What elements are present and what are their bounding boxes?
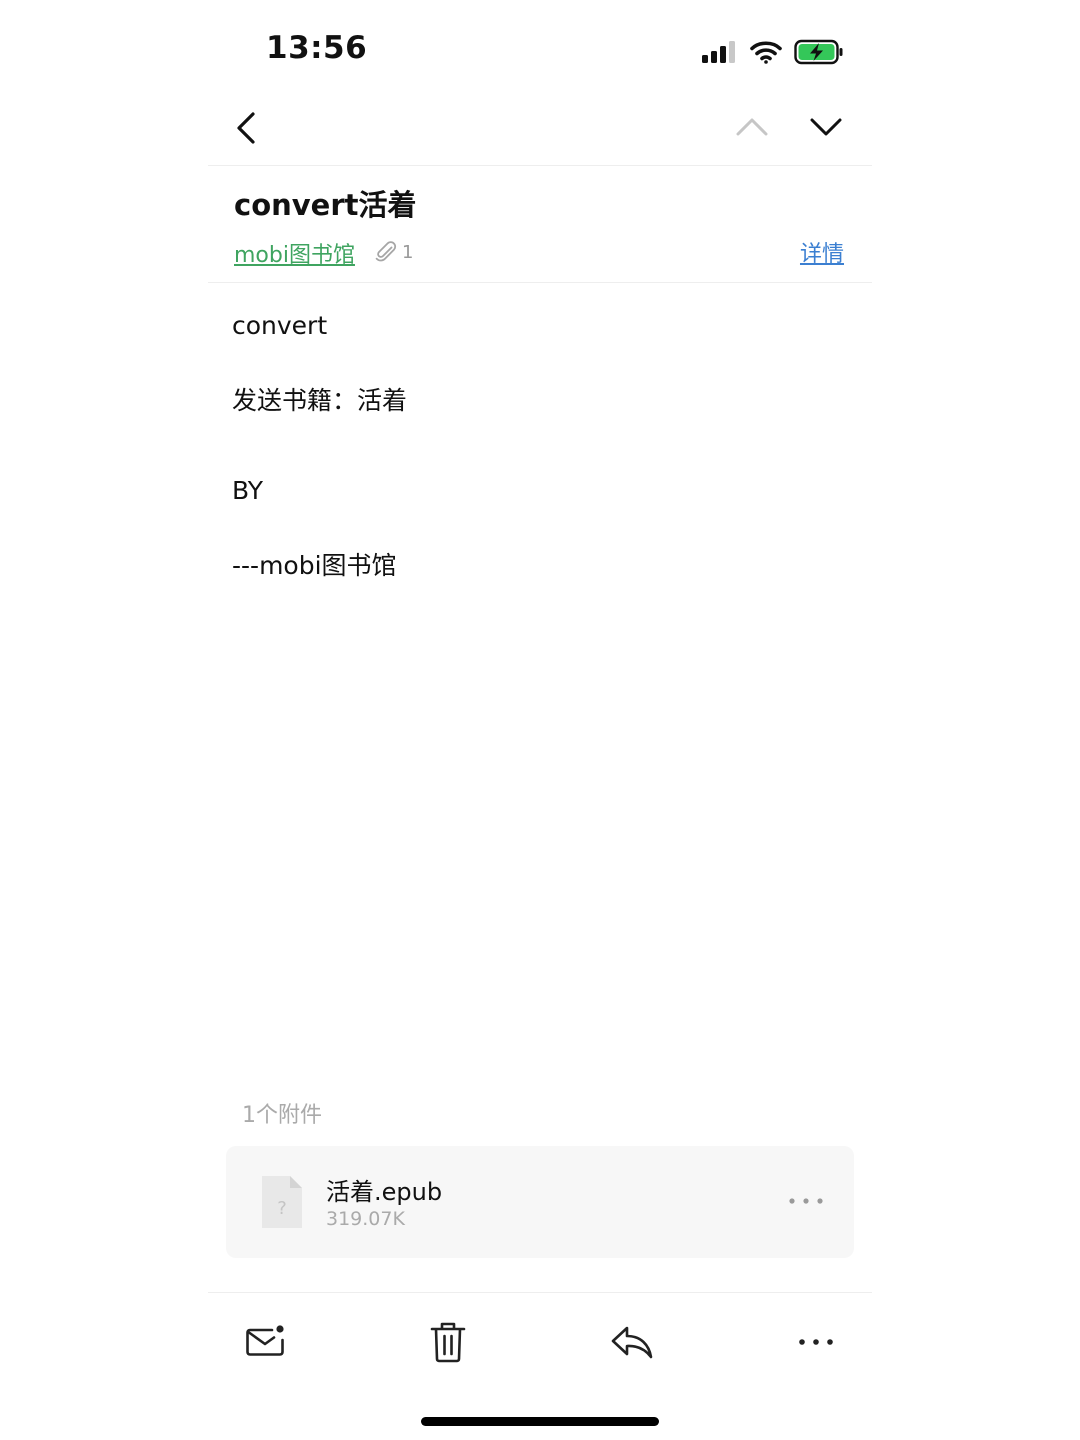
wifi-icon [750, 41, 782, 64]
paperclip-icon [375, 241, 397, 262]
trash-icon[interactable] [424, 1318, 472, 1366]
toolbar-divider [208, 1292, 872, 1293]
status-icons [702, 36, 844, 68]
attachment-file-size: 319.07K [326, 1208, 405, 1230]
more-icon[interactable] [786, 1186, 826, 1216]
chevron-up-icon[interactable] [732, 108, 772, 144]
body-line: convert [232, 311, 328, 340]
details-link[interactable]: 详情 [800, 236, 844, 268]
sender-link[interactable]: mobi图书馆 [234, 237, 355, 269]
attachment-card[interactable]: ? 活着.epub 319.07K [226, 1146, 854, 1258]
cellular-signal-icon [702, 41, 735, 63]
nav-divider [208, 165, 872, 166]
attachment-count[interactable]: 1 [374, 240, 413, 264]
chevron-down-icon[interactable] [806, 108, 846, 144]
header-divider [208, 282, 872, 283]
body-line: 发送书籍：活着 [232, 386, 408, 415]
svg-text:?: ? [277, 1198, 287, 1219]
chevron-left-icon[interactable] [228, 106, 268, 150]
email-subject: convert活着 [234, 188, 417, 222]
status-time: 13:56 [266, 30, 368, 66]
battery-charging-icon [794, 39, 843, 65]
body-line: BY [232, 476, 264, 505]
attachment-count-value: 1 [402, 241, 414, 263]
attachment-file-name: 活着.epub [326, 1178, 443, 1206]
body-line: ---mobi图书馆 [232, 551, 397, 580]
email-detail-screen: 13:56 convert活着 mobi图书馆 1 详情 convert 发送书… [208, 0, 872, 1440]
more-icon[interactable] [792, 1318, 840, 1366]
unknown-file-icon: ? [262, 1176, 302, 1228]
mail-unread-icon[interactable] [242, 1318, 290, 1366]
reply-icon[interactable] [608, 1318, 656, 1366]
attachments-header: 1个附件 [242, 1103, 322, 1128]
home-indicator[interactable] [421, 1417, 659, 1426]
